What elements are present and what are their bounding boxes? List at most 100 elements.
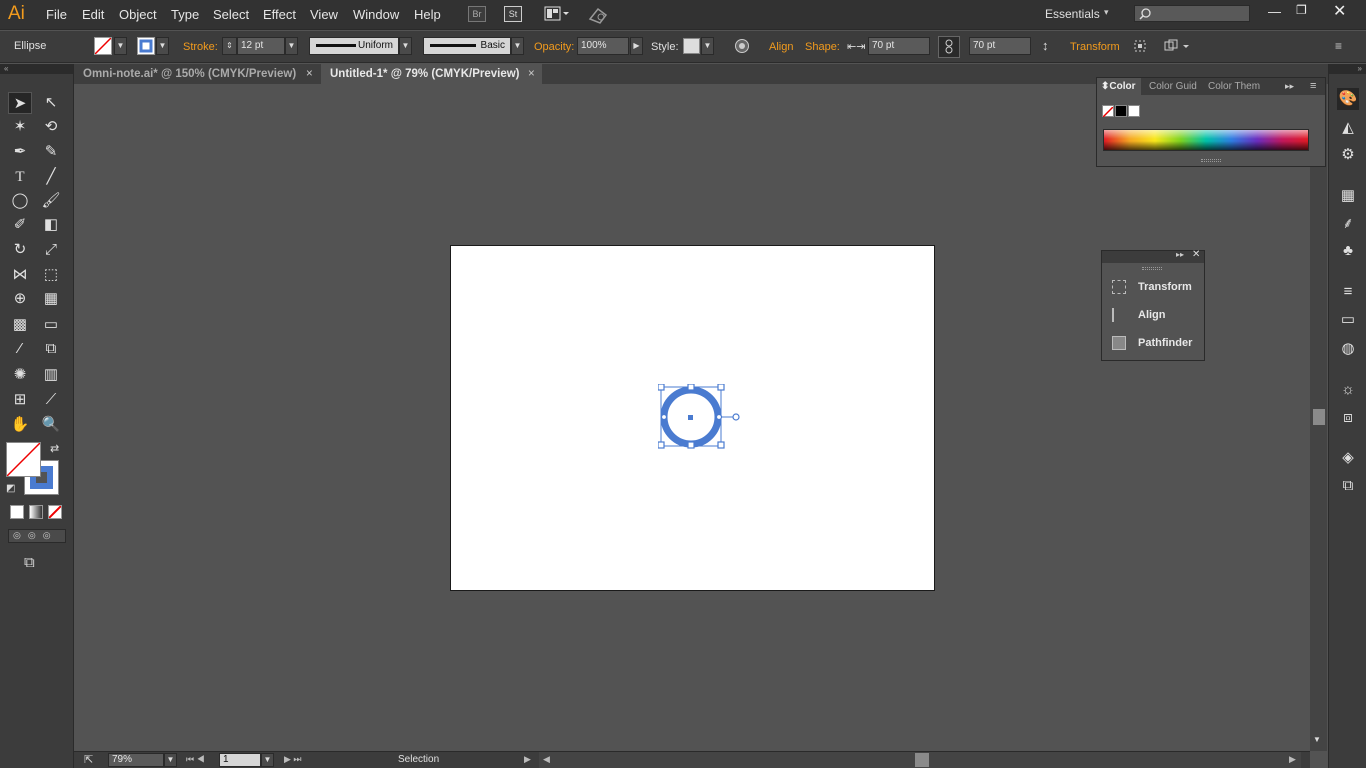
- stroke-swatch[interactable]: [137, 37, 155, 55]
- appearance-icon[interactable]: ☼: [1337, 379, 1359, 401]
- symbols-icon[interactable]: ♣: [1337, 240, 1359, 262]
- ellipse-tool-icon[interactable]: ◯: [8, 190, 32, 212]
- close-icon[interactable]: ✕: [1333, 1, 1346, 21]
- curvature-tool-icon[interactable]: ✎: [39, 141, 63, 163]
- vertical-scrollbar[interactable]: ▼: [1310, 84, 1327, 751]
- lasso-tool-icon[interactable]: ⟲: [39, 116, 63, 138]
- stroke-panel-icon[interactable]: ≡: [1337, 281, 1359, 303]
- stroke-weight-dropdown[interactable]: ▼: [285, 37, 298, 55]
- blend-tool-icon[interactable]: ⧉: [39, 338, 63, 360]
- close-tab-icon[interactable]: ×: [306, 64, 313, 84]
- black-swatch[interactable]: [1115, 105, 1127, 117]
- minimize-icon[interactable]: —: [1268, 4, 1281, 19]
- isolate-selection-icon[interactable]: [1132, 38, 1148, 54]
- shape-options-icon[interactable]: [1163, 38, 1191, 54]
- layers-icon[interactable]: ◈: [1337, 447, 1359, 469]
- scale-tool-icon[interactable]: ⤢: [39, 239, 63, 261]
- menu-help[interactable]: Help: [414, 7, 441, 22]
- hand-tool-icon[interactable]: ✋: [8, 414, 32, 436]
- expand-dock-icon[interactable]: »: [1329, 64, 1366, 74]
- fill-dropdown[interactable]: ▼: [114, 37, 127, 55]
- selection-tool-icon[interactable]: ➤: [8, 92, 32, 114]
- white-swatch[interactable]: [1128, 105, 1140, 117]
- swatches-icon[interactable]: ▦: [1337, 185, 1359, 207]
- expand-icon[interactable]: ▸▸: [1285, 78, 1294, 95]
- menu-window[interactable]: Window: [353, 7, 399, 22]
- gpu-performance-icon[interactable]: [588, 5, 610, 25]
- scroll-down-icon[interactable]: ▼: [1313, 735, 1321, 744]
- menu-select[interactable]: Select: [213, 7, 249, 22]
- color-themes-icon[interactable]: ⚙: [1337, 144, 1359, 166]
- workspace-switcher[interactable]: Essentials: [1045, 7, 1100, 21]
- tab-omni-note[interactable]: Omni-note.ai* @ 150% (CMYK/Preview) ×: [74, 64, 322, 84]
- fill-color-swatch[interactable]: [6, 442, 41, 477]
- gradient-panel-icon[interactable]: ▭: [1337, 309, 1359, 331]
- zoom-tool-icon[interactable]: 🔍: [39, 414, 63, 436]
- panel-menu-icon[interactable]: ≡: [1310, 78, 1316, 95]
- recolor-artwork-icon[interactable]: [734, 38, 750, 54]
- zoom-input[interactable]: 79%: [108, 753, 164, 767]
- artboard-number-input[interactable]: 1: [219, 753, 261, 767]
- menu-effect[interactable]: Effect: [263, 7, 296, 22]
- panel-menu-icon[interactable]: ≡: [1335, 39, 1342, 53]
- opacity-input[interactable]: 100%: [577, 37, 629, 55]
- type-tool-icon[interactable]: T: [8, 166, 32, 188]
- pathfinder-panel-item[interactable]: Pathfinder: [1112, 333, 1192, 353]
- profile-dropdown[interactable]: ▼: [399, 37, 412, 55]
- menu-type[interactable]: Type: [171, 7, 199, 22]
- transform-link[interactable]: Transform: [1070, 41, 1120, 53]
- direct-selection-tool-icon[interactable]: ↖: [39, 92, 63, 114]
- resize-grip[interactable]: [1201, 159, 1221, 162]
- scroll-thumb[interactable]: [1313, 409, 1325, 425]
- transform-panel-item[interactable]: Transform: [1112, 277, 1192, 297]
- constrain-proportions-icon[interactable]: [938, 36, 960, 58]
- pen-tool-icon[interactable]: ✒: [8, 141, 32, 163]
- symbol-sprayer-tool-icon[interactable]: ✺: [8, 364, 32, 386]
- zoom-dropdown[interactable]: ▼: [164, 753, 177, 767]
- rotate-tool-icon[interactable]: ↻: [8, 239, 32, 261]
- column-graph-tool-icon[interactable]: ▥: [39, 364, 63, 386]
- draw-mode-icons[interactable]: ◎◎◎: [8, 529, 66, 543]
- none-mode-icon[interactable]: [48, 505, 62, 519]
- panel-header[interactable]: ▸▸ ✕: [1102, 249, 1204, 263]
- shape-label[interactable]: Shape:: [805, 41, 840, 53]
- stroke-weight-input[interactable]: 12 pt: [237, 37, 285, 55]
- opacity-arrow[interactable]: ▶: [630, 37, 643, 55]
- color-mode-icon[interactable]: [10, 505, 24, 519]
- shape-width-input[interactable]: 70 pt: [868, 37, 930, 55]
- stroke-dropdown[interactable]: ▼: [156, 37, 169, 55]
- horizontal-scrollbar[interactable]: ◀ ▶: [539, 752, 1301, 768]
- search-input[interactable]: [1134, 5, 1250, 22]
- opacity-label[interactable]: Opacity:: [534, 41, 574, 53]
- slice-tool-icon[interactable]: ⟋: [39, 389, 63, 411]
- perspective-grid-tool-icon[interactable]: ▦: [39, 288, 63, 310]
- close-icon[interactable]: ✕: [1192, 249, 1200, 260]
- stroke-stepper[interactable]: ⇕: [222, 37, 237, 55]
- tab-color-guide[interactable]: Color Guid: [1149, 78, 1197, 95]
- stroke-label[interactable]: Stroke:: [183, 41, 218, 53]
- eraser-tool-icon[interactable]: ◧: [39, 214, 63, 236]
- shaper-tool-icon[interactable]: ✐: [8, 214, 32, 236]
- default-colors-icon[interactable]: ◩: [6, 483, 15, 494]
- align-panel-item[interactable]: Align: [1112, 305, 1166, 325]
- graphic-styles-icon[interactable]: ⧈: [1337, 407, 1359, 429]
- transparency-icon[interactable]: ◍: [1337, 338, 1359, 360]
- free-transform-tool-icon[interactable]: ⬚: [39, 264, 63, 286]
- artboard-dropdown[interactable]: ▼: [261, 753, 274, 767]
- gradient-mode-icon[interactable]: [29, 505, 43, 519]
- arrange-documents-icon[interactable]: [544, 6, 570, 22]
- scroll-right-icon[interactable]: ▶: [1289, 754, 1296, 765]
- mesh-tool-icon[interactable]: ▩: [8, 314, 32, 336]
- tab-untitled-1[interactable]: Untitled-1* @ 79% (CMYK/Preview) ×: [321, 64, 542, 84]
- stock-button[interactable]: St: [504, 6, 522, 22]
- menu-view[interactable]: View: [310, 7, 338, 22]
- brushes-icon[interactable]: ⸙: [1337, 213, 1359, 235]
- style-dropdown[interactable]: ▼: [701, 37, 714, 55]
- scroll-left-icon[interactable]: ◀: [543, 754, 550, 765]
- color-guide-icon[interactable]: ◭: [1337, 117, 1359, 139]
- share-icon[interactable]: ⇱: [84, 753, 93, 766]
- close-tab-icon[interactable]: ×: [528, 64, 535, 84]
- selected-ellipse[interactable]: [658, 384, 744, 452]
- screen-mode-icon[interactable]: ⧉: [24, 554, 35, 571]
- status-menu-icon[interactable]: ▶: [524, 754, 531, 765]
